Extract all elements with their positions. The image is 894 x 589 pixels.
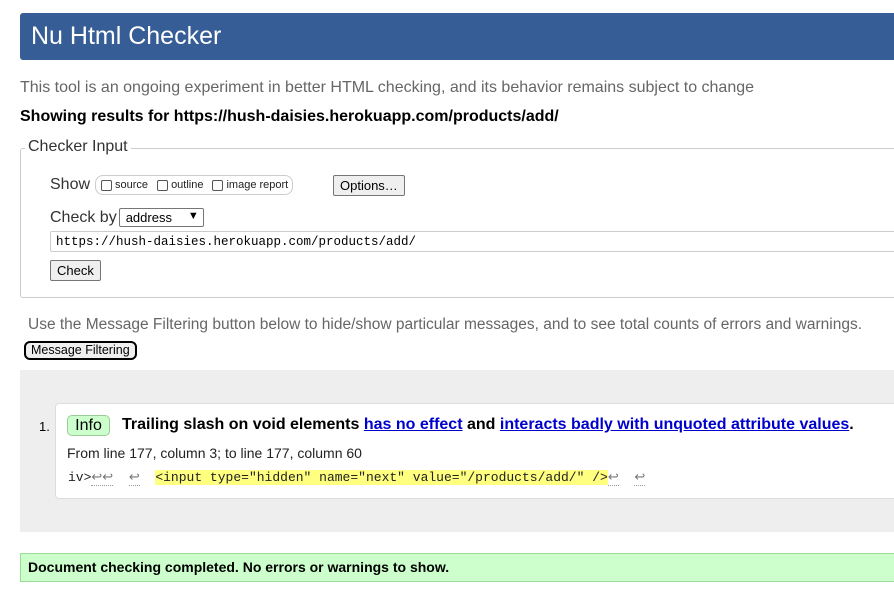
option-image-report[interactable]: image report <box>209 179 288 191</box>
message-text: Trailing slash on void elements has no e… <box>122 416 854 434</box>
source-label: source <box>115 179 149 191</box>
message-text-after: . <box>849 416 854 433</box>
interacts-badly-link[interactable]: interacts badly with unquoted attribute … <box>500 416 849 433</box>
extract-highlight: <input type="hidden" name="next" value="… <box>155 470 608 485</box>
image-report-checkbox[interactable] <box>212 179 224 191</box>
chevron-down-icon: ▼ <box>187 210 199 222</box>
message-number: 1. <box>39 419 50 434</box>
filter-note: Use the Message Filtering button below t… <box>28 316 863 333</box>
show-options-group: source outline image report <box>95 175 294 195</box>
check-by-label: Check by <box>50 208 117 226</box>
return-icon: ↩ <box>128 470 140 486</box>
option-outline[interactable]: outline <box>154 179 203 191</box>
outline-label: outline <box>171 179 204 191</box>
outline-checkbox[interactable] <box>157 179 169 191</box>
checker-input-legend: Checker Input <box>25 138 131 156</box>
show-options-row: Show source outline image report <box>50 174 294 196</box>
intro-text: This tool is an ongoing experiment in be… <box>20 79 755 96</box>
check-button[interactable]: Check <box>50 260 101 281</box>
extract-prefix: iv> <box>68 470 92 485</box>
return-icon: ↩ <box>607 470 619 486</box>
message-extract: iv>↩↩ ↩ <input type="hidden" name="next"… <box>68 470 646 486</box>
message-text-middle: and <box>462 416 500 433</box>
option-source[interactable]: source <box>98 179 148 191</box>
info-badge: Info <box>67 415 110 436</box>
message-text-before: Trailing slash on void elements <box>122 416 364 433</box>
completion-status: Document checking completed. No errors o… <box>20 553 894 582</box>
message-filtering-button[interactable]: Message Filtering <box>24 341 137 360</box>
check-by-row: Check by address ▼ <box>50 208 204 227</box>
show-label: Show <box>50 176 91 193</box>
return-icon: ↩ <box>634 470 646 486</box>
results-for-heading: Showing results for https://hush-daisies… <box>20 108 559 125</box>
image-report-label: image report <box>226 179 289 191</box>
has-no-effect-link[interactable]: has no effect <box>364 416 463 433</box>
check-by-value: address <box>125 210 172 225</box>
url-input[interactable]: https://hush-daisies.herokuapp.com/produ… <box>50 231 894 252</box>
message-location: From line 177, column 3; to line 177, co… <box>67 445 362 461</box>
options-button[interactable]: Options… <box>333 175 405 196</box>
check-by-select[interactable]: address ▼ <box>118 208 204 227</box>
page-title: Nu Html Checker <box>31 22 222 50</box>
source-checkbox[interactable] <box>101 179 113 191</box>
app-header: Nu Html Checker <box>20 13 894 60</box>
return-icon: ↩↩ <box>91 470 114 486</box>
